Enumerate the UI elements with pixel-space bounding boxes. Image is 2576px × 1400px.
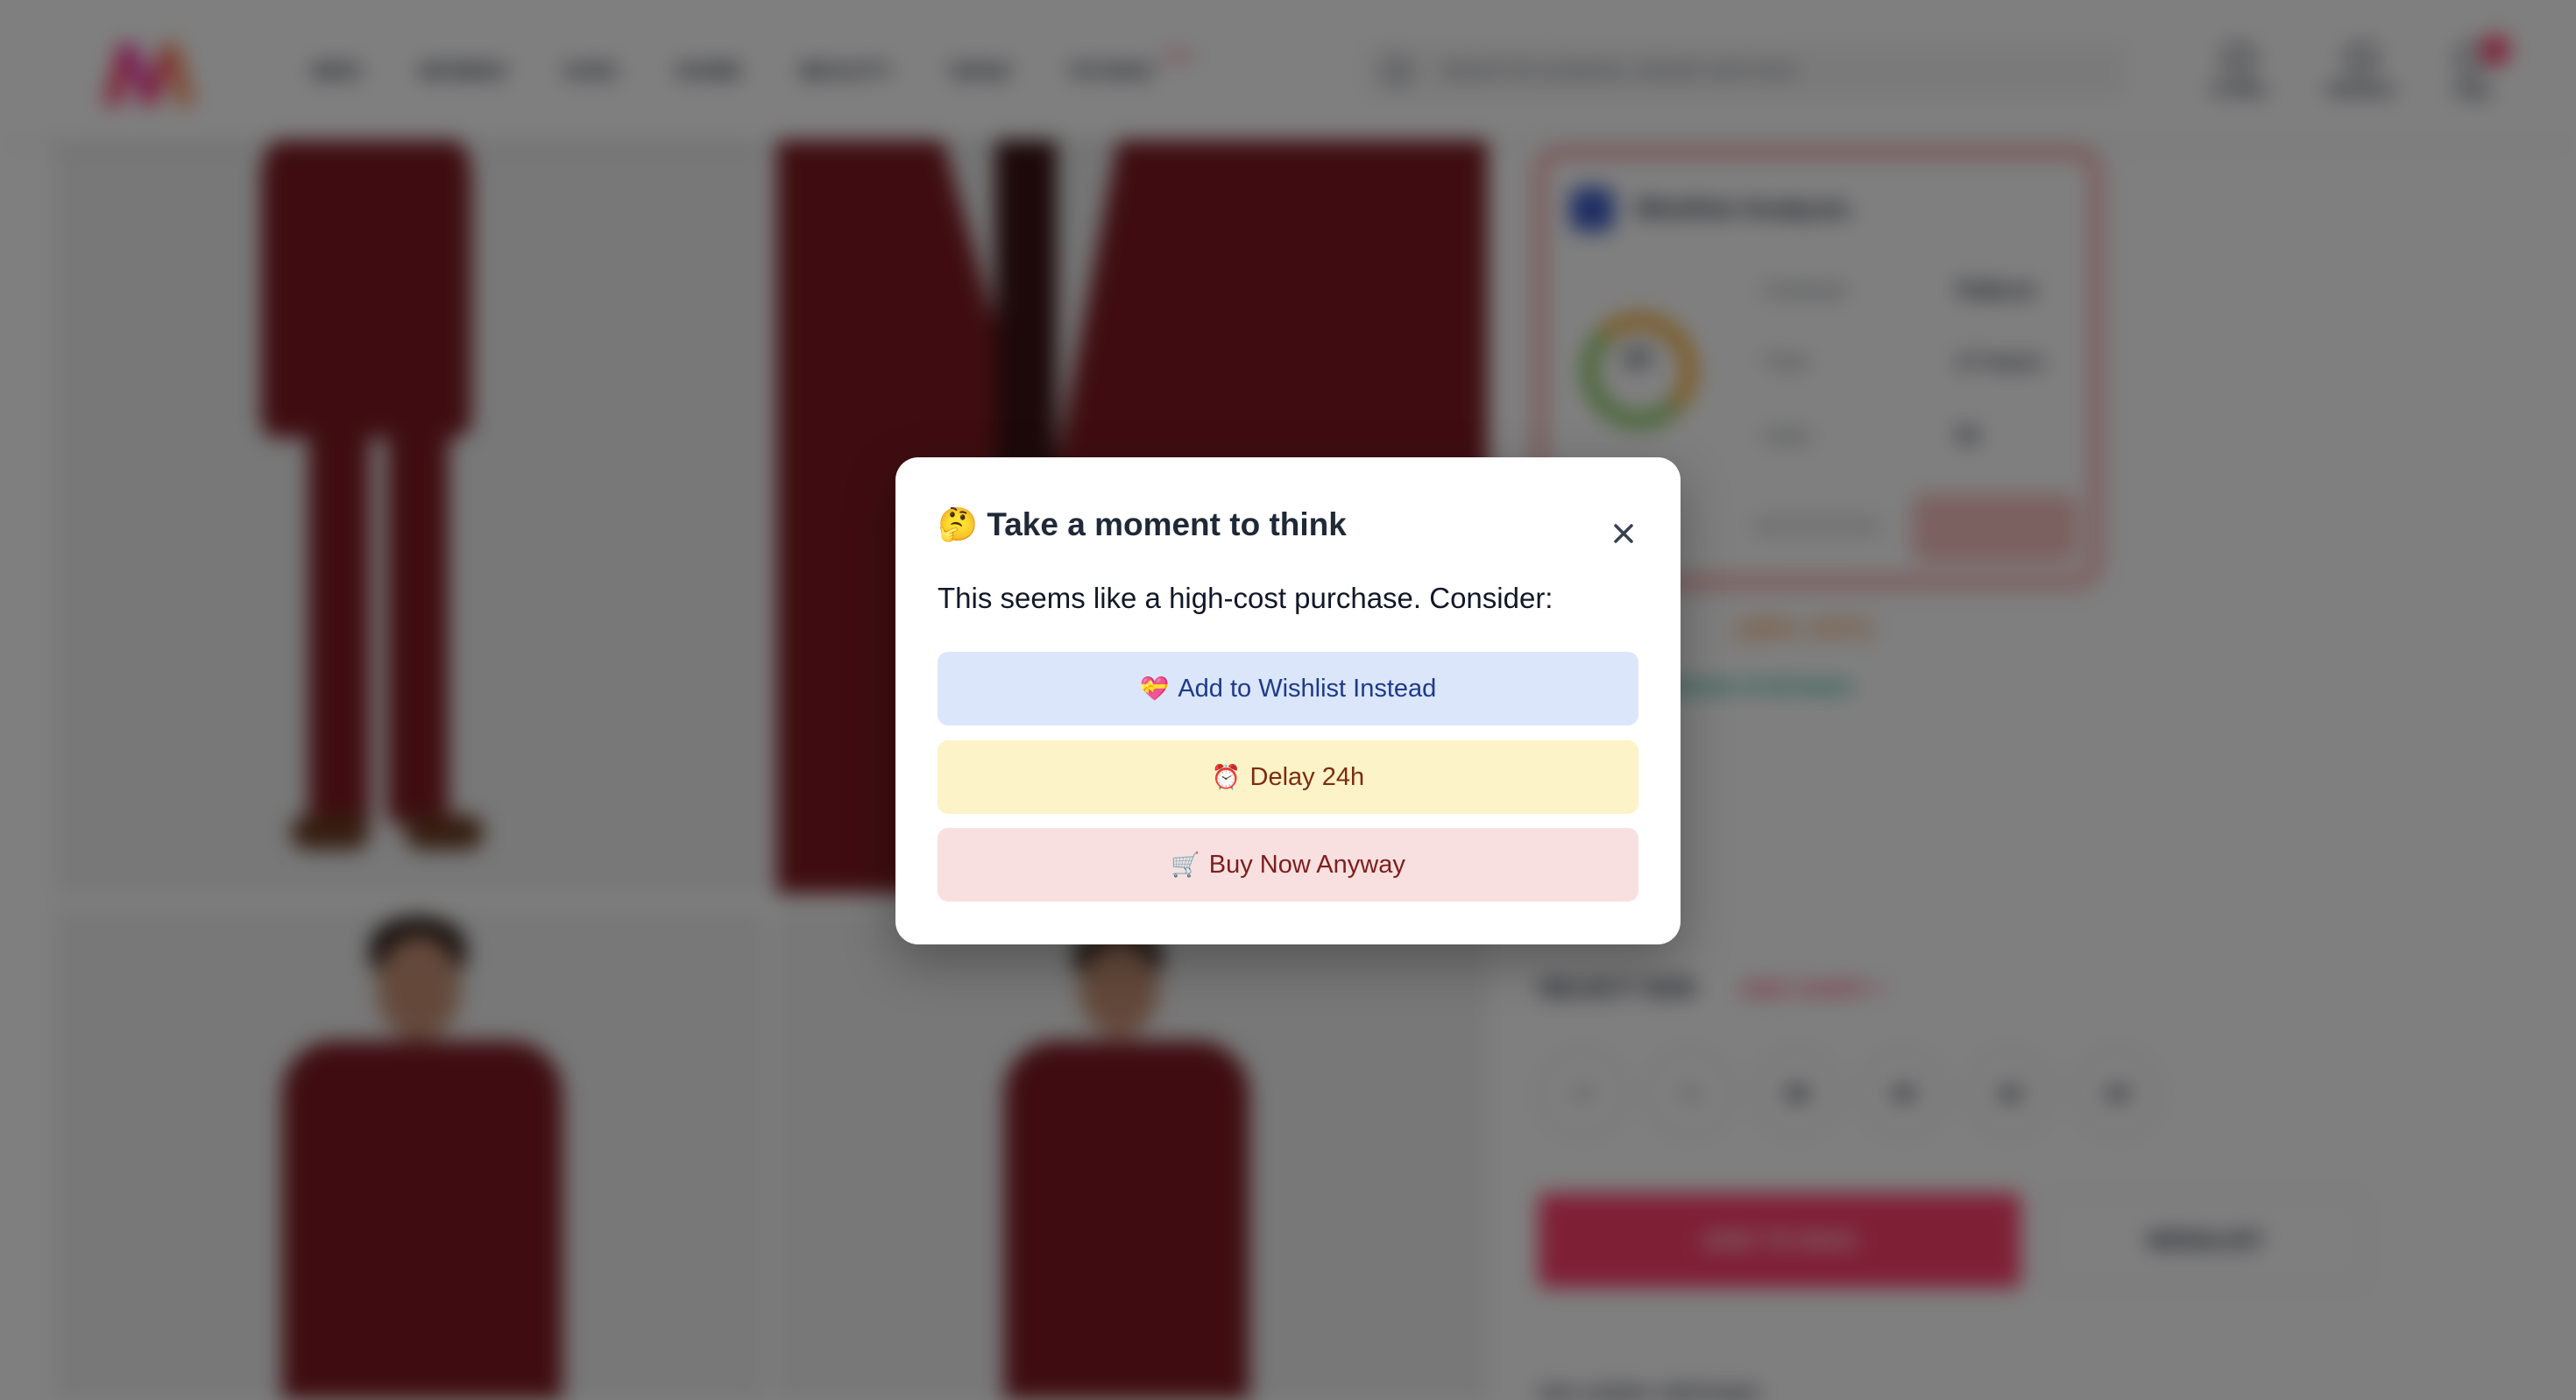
delay-24h-button[interactable]: ⏰ Delay 24h [938, 740, 1638, 814]
buy-now-anyway-button[interactable]: 🛒 Buy Now Anyway [938, 828, 1638, 902]
shopping-cart-icon: 🛒 [1171, 852, 1200, 878]
add-to-wishlist-instead-button[interactable]: 💝 Add to Wishlist Instead [938, 652, 1638, 725]
gift-heart-icon: 💝 [1139, 675, 1170, 702]
modal-message: This seems like a high-cost purchase. Co… [938, 582, 1553, 614]
modal-title: 🤔 Take a moment to think [938, 506, 1347, 544]
close-button[interactable] [1602, 512, 1645, 555]
buy-now-anyway-label: Buy Now Anyway [1208, 850, 1405, 879]
alarm-clock-icon: ⏰ [1211, 764, 1242, 790]
purchase-reflection-modal: 🤔 Take a moment to think This seems like… [895, 457, 1681, 944]
add-to-wishlist-instead-label: Add to Wishlist Instead [1178, 674, 1437, 703]
close-icon [1614, 524, 1633, 543]
modal-title-text: Take a moment to think [987, 506, 1347, 542]
delay-24h-label: Delay 24h [1249, 762, 1365, 791]
thinking-face-icon: 🤔 [938, 506, 979, 542]
